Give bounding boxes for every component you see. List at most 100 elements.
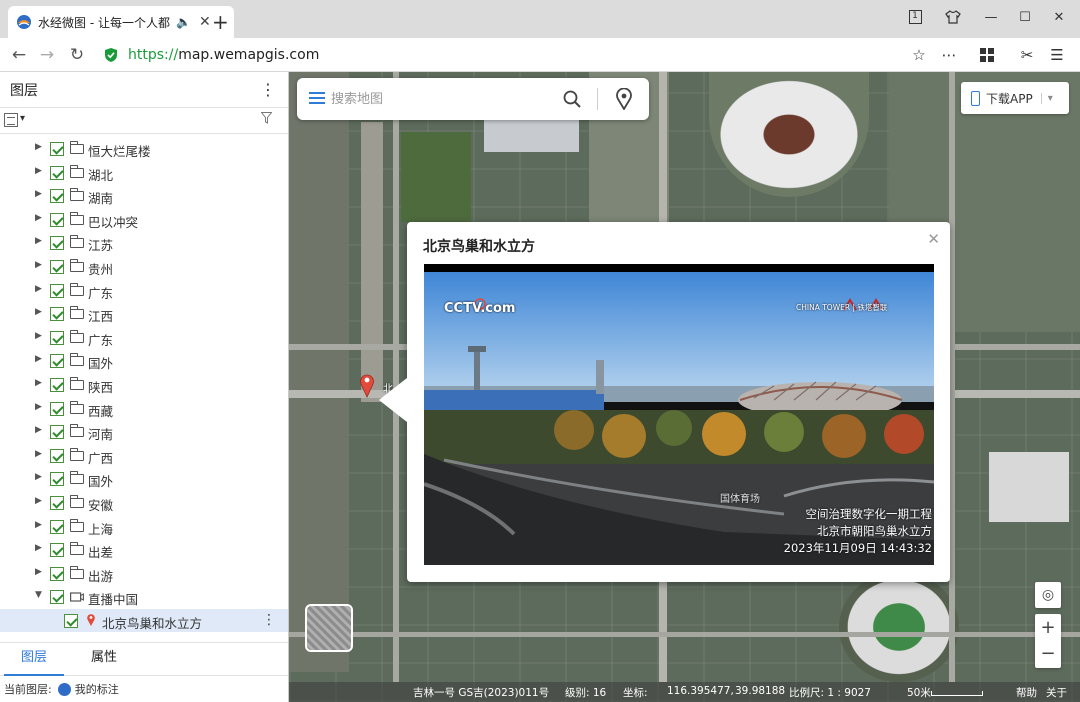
about-link[interactable]: 关于 (1046, 685, 1067, 700)
layer-row[interactable]: ▶ 巴以冲突 (0, 208, 288, 232)
layer-row[interactable]: ▶ 江苏 (0, 231, 288, 255)
caret-down-icon[interactable]: ▾ (20, 113, 25, 124)
layer-checkbox[interactable] (50, 236, 64, 251)
basemap-switcher[interactable] (305, 604, 353, 652)
layer-checkbox[interactable] (50, 212, 64, 227)
layer-row[interactable]: ▶ 陕西 (0, 373, 288, 397)
layer-row[interactable]: ▶ 安徽 (0, 491, 288, 515)
expand-arrow-icon[interactable]: ▶ (35, 425, 45, 435)
expand-arrow-icon[interactable]: ▶ (35, 472, 45, 482)
zoom-in-icon[interactable]: + (1040, 615, 1055, 641)
location-pin-icon[interactable] (615, 88, 633, 110)
expand-arrow-icon[interactable]: ▶ (35, 567, 45, 577)
layer-checkbox[interactable] (50, 330, 64, 345)
search-icon[interactable] (563, 90, 581, 108)
menu-icon[interactable] (309, 92, 325, 104)
layer-checkbox[interactable] (50, 307, 64, 322)
expand-arrow-icon[interactable]: ▶ (35, 378, 45, 388)
reload-icon[interactable]: ↻ (66, 44, 88, 66)
layer-row[interactable]: ▶ 河南 (0, 420, 288, 444)
panel-more-icon[interactable]: ⋮ (260, 80, 276, 99)
tab-close-icon[interactable]: ✕ (199, 14, 211, 30)
layer-row[interactable]: ▶ 广东 (0, 279, 288, 303)
layer-row-live-china[interactable]: ▼ 直播中国 (0, 585, 288, 609)
layer-checkbox[interactable] (64, 613, 78, 628)
layer-row[interactable]: ▶ 国外 (0, 349, 288, 373)
list-view-icon[interactable] (4, 113, 18, 127)
layer-row[interactable]: ▶ 恒大烂尾楼 (0, 137, 288, 161)
locate-me-icon[interactable]: ◎ (1035, 582, 1061, 608)
layer-checkbox[interactable] (50, 401, 64, 416)
expand-arrow-icon[interactable]: ▶ (35, 354, 45, 364)
expand-arrow-icon[interactable]: ▶ (35, 402, 45, 412)
more-horizontal-icon[interactable]: ⋯ (938, 44, 960, 66)
expand-arrow-icon[interactable]: ▶ (35, 166, 45, 176)
row-more-icon[interactable]: ⋮ (262, 612, 276, 628)
zoom-out-icon[interactable]: − (1040, 641, 1055, 667)
hamburger-menu-icon[interactable]: ☰ (1046, 44, 1068, 66)
maximize-icon[interactable]: ☐ (1014, 6, 1036, 28)
expand-arrow-icon[interactable]: ▶ (35, 307, 45, 317)
expand-arrow-icon[interactable]: ▶ (35, 520, 45, 530)
collapse-arrow-icon[interactable]: ▼ (35, 590, 45, 600)
layer-checkbox[interactable] (50, 354, 64, 369)
new-tab-button[interactable]: + (212, 10, 229, 34)
expand-arrow-icon[interactable]: ▶ (35, 236, 45, 246)
chevron-down-icon[interactable]: ▾ (1040, 92, 1053, 104)
layer-checkbox[interactable] (50, 495, 64, 510)
expand-arrow-icon[interactable]: ▶ (35, 284, 45, 294)
layer-checkbox[interactable] (50, 377, 64, 392)
layer-row[interactable]: ▶ 湖南 (0, 184, 288, 208)
map-view[interactable]: 下载APP ▾ 北 北京鸟巢和水立方 ✕ (289, 72, 1080, 702)
layer-row[interactable]: ▶ 上海 (0, 515, 288, 539)
layer-checkbox[interactable] (50, 283, 64, 298)
speaker-icon[interactable]: 🔈 (176, 15, 191, 29)
layer-checkbox[interactable] (50, 543, 64, 558)
layer-checkbox[interactable] (50, 448, 64, 463)
browser-tab[interactable]: 水经微图 - 让每一个人都 🔈 ✕ (8, 6, 234, 38)
map-marker-icon[interactable] (359, 372, 375, 398)
layer-checkbox[interactable] (50, 259, 64, 274)
layer-row-selected[interactable]: 北京鸟巢和水立方 ⋮ (0, 608, 288, 633)
expand-arrow-icon[interactable]: ▶ (35, 449, 45, 459)
help-link[interactable]: 帮助 (1016, 685, 1037, 700)
back-arrow-icon[interactable]: ← (8, 44, 30, 66)
layer-checkbox[interactable] (50, 189, 64, 204)
expand-arrow-icon[interactable]: ▶ (35, 496, 45, 506)
apps-grid-icon[interactable] (976, 44, 998, 66)
filter-icon[interactable] (260, 112, 273, 127)
layer-checkbox[interactable] (50, 519, 64, 534)
layer-row[interactable]: ▶ 广东 (0, 326, 288, 350)
minimize-icon[interactable]: — (980, 6, 1002, 28)
layer-row[interactable]: ▶ 出差 (0, 538, 288, 562)
tab-properties[interactable]: 属性 (74, 643, 134, 676)
layer-row[interactable]: ▶ 国外 (0, 467, 288, 491)
close-icon[interactable]: ✕ (927, 230, 940, 248)
expand-arrow-icon[interactable]: ▶ (35, 331, 45, 341)
layer-row[interactable]: ▶ 出游 (0, 562, 288, 586)
close-window-icon[interactable]: ✕ (1048, 6, 1070, 28)
layer-row[interactable]: ▶ 湖北 (0, 161, 288, 185)
layer-checkbox[interactable] (50, 472, 64, 487)
layer-checkbox[interactable] (50, 590, 64, 605)
expand-arrow-icon[interactable]: ▶ (35, 189, 45, 199)
layer-checkbox[interactable] (50, 165, 64, 180)
layer-row[interactable]: ▶ 西藏 (0, 397, 288, 421)
address-bar[interactable]: https://map.wemapgis.com (104, 44, 319, 66)
layer-checkbox[interactable] (50, 566, 64, 581)
layer-row[interactable]: ▶ 江西 (0, 302, 288, 326)
shirt-icon[interactable] (942, 6, 964, 28)
live-video-player[interactable]: CCTV.com CHINA TOWER | 铁塔智联 国体育场 空间治理数字化… (424, 264, 934, 565)
forward-arrow-icon[interactable]: → (36, 44, 58, 66)
layer-checkbox[interactable] (50, 425, 64, 440)
expand-arrow-icon[interactable]: ▶ (35, 543, 45, 553)
expand-arrow-icon[interactable]: ▶ (35, 142, 45, 152)
expand-arrow-icon[interactable]: ▶ (35, 213, 45, 223)
expand-arrow-icon[interactable]: ▶ (35, 260, 45, 270)
layer-checkbox[interactable] (50, 142, 64, 156)
tab-count-icon[interactable]: 1 (904, 6, 926, 28)
download-app-button[interactable]: 下载APP ▾ (961, 82, 1069, 114)
scissors-icon[interactable]: ✂ (1016, 44, 1038, 66)
map-search-input[interactable] (331, 88, 551, 110)
layer-row[interactable]: ▶ 广西 (0, 444, 288, 468)
